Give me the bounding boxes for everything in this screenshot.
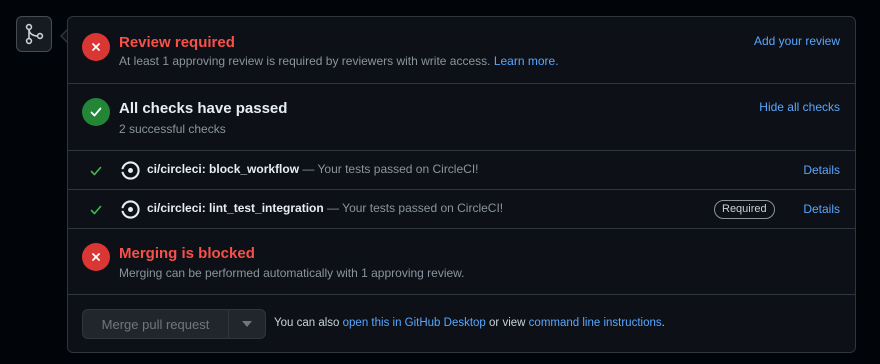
circleci-logo-icon xyxy=(121,161,140,180)
git-merge-icon xyxy=(16,16,52,52)
check-description: ci/circleci: lint_test_integration — You… xyxy=(147,201,503,215)
review-subtitle-text: At least 1 approving review is required … xyxy=(119,54,491,68)
check-name: ci/circleci: block_workflow xyxy=(147,162,300,176)
review-section: Review required At least 1 approving rev… xyxy=(68,17,855,84)
check-row: ci/circleci: block_workflow — Your tests… xyxy=(68,151,855,190)
x-circle-icon xyxy=(82,243,110,271)
check-description: ci/circleci: block_workflow — Your tests… xyxy=(147,162,478,176)
merge-note-middle: or view xyxy=(485,317,529,329)
merge-blocked-section: Merging is blocked Merging can be perfor… xyxy=(68,229,855,295)
circleci-logo-icon xyxy=(121,200,140,219)
check-icon xyxy=(90,205,102,215)
required-badge: Required xyxy=(714,200,775,219)
check-detail-text: — Your tests passed on CircleCI! xyxy=(299,162,479,176)
merge-status-panel: Review required At least 1 approving rev… xyxy=(67,16,856,353)
check-row: ci/circleci: lint_test_integration — You… xyxy=(68,190,855,229)
check-icon xyxy=(90,166,102,176)
check-details-link[interactable]: Details xyxy=(803,202,840,216)
review-subtitle: At least 1 approving review is required … xyxy=(119,54,559,68)
caret-down-icon xyxy=(242,321,252,327)
check-circle-icon xyxy=(82,98,110,126)
merge-note-prefix: You can also xyxy=(274,317,343,329)
merge-note-suffix: . xyxy=(661,317,665,329)
cli-instructions-link[interactable]: command line instructions xyxy=(529,317,662,329)
checks-summary-section: All checks have passed 2 successful chec… xyxy=(68,84,855,151)
check-details-link[interactable]: Details xyxy=(803,163,840,177)
checks-summary-title: All checks have passed xyxy=(119,100,288,117)
check-name: ci/circleci: lint_test_integration xyxy=(147,201,324,215)
open-desktop-link[interactable]: open this in GitHub Desktop xyxy=(343,317,486,329)
merge-pull-request-button[interactable]: Merge pull request xyxy=(82,309,228,339)
checks-summary-subtitle: 2 successful checks xyxy=(119,122,226,136)
add-review-link[interactable]: Add your review xyxy=(754,34,840,48)
hide-checks-link[interactable]: Hide all checks xyxy=(759,100,840,114)
merge-note: You can also open this in GitHub Desktop… xyxy=(274,317,665,329)
merge-blocked-subtitle: Merging can be performed automatically w… xyxy=(119,266,465,280)
x-circle-icon xyxy=(82,33,110,61)
learn-more-link[interactable]: Learn more. xyxy=(494,54,559,68)
merge-blocked-title: Merging is blocked xyxy=(119,245,255,262)
review-title: Review required xyxy=(119,34,235,51)
merge-action-area: Merge pull request You can also open thi… xyxy=(68,295,855,352)
check-detail-text: — Your tests passed on CircleCI! xyxy=(323,201,504,215)
merge-method-dropdown[interactable] xyxy=(228,309,266,339)
